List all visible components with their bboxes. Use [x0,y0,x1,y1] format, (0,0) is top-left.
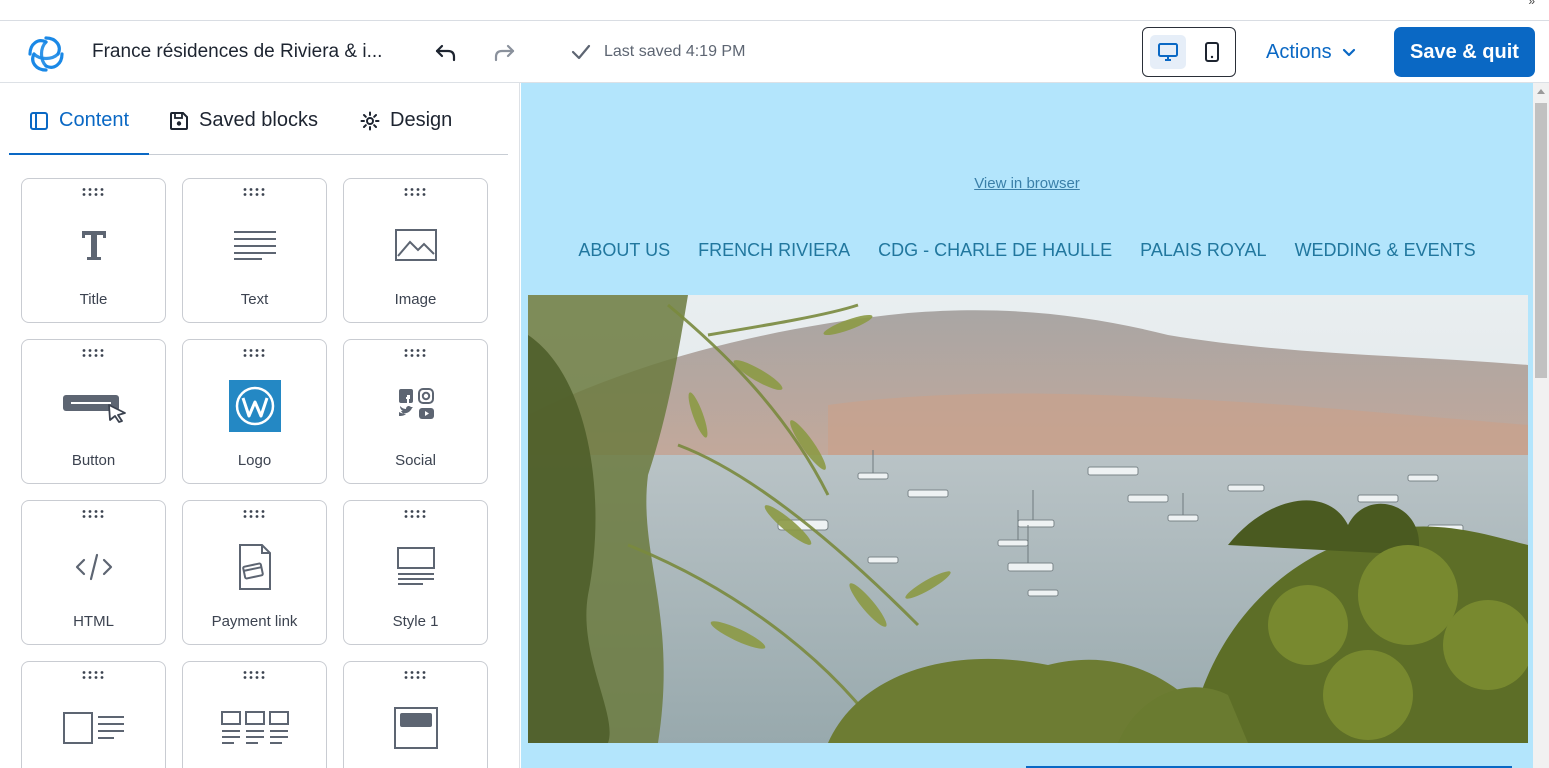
text-lines-icon [183,219,326,271]
drag-handle-icon [82,510,104,518]
email-canvas: View in browser ABOUT US FRENCH RIVIERA … [521,83,1533,768]
button-cursor-icon [22,380,165,432]
drag-handle-icon [243,349,265,357]
content-sidebar: Content Saved blocks Design Title Text I… [0,83,520,768]
actions-label: Actions [1266,41,1332,63]
drag-handle-icon [404,510,426,518]
drag-handle-icon [82,349,104,357]
desktop-icon [1158,43,1178,61]
last-saved-status: Last saved 4:19 PM [604,43,746,60]
hero-image[interactable] [528,295,1528,743]
block-payment-link[interactable]: Payment link [182,500,327,645]
block-label: Logo [237,452,272,469]
drag-handle-icon [243,510,265,518]
active-tab-indicator [9,153,149,155]
block-image[interactable]: Image [343,178,488,323]
drag-handle-icon [404,671,426,679]
block-style-1[interactable]: Style 1 [343,500,488,645]
title-T-icon [22,219,165,271]
undo-icon[interactable] [433,39,459,65]
editor-header: France résidences de Riviera & i... Last… [0,21,1549,83]
desktop-view-button[interactable] [1150,35,1186,69]
block-button[interactable]: Button [21,339,166,484]
tab-content-label: Content [59,109,130,131]
nav-link-palais-royal[interactable]: PALAIS ROYAL [1140,240,1266,261]
block-text[interactable]: Text [182,178,327,323]
social-icons-icon [344,380,487,432]
actions-menu-button[interactable]: Actions [1266,41,1356,64]
block-label: Button [71,452,116,469]
nav-link-about-us[interactable]: ABOUT US [578,240,670,261]
nav-link-french-riviera[interactable]: FRENCH RIVIERA [698,240,850,261]
panel-icon [30,111,48,130]
layout-style-1-icon [344,541,487,593]
mobile-view-button[interactable] [1194,35,1230,69]
app-logo-icon [28,36,64,72]
block-label: Title [79,291,108,308]
mobile-icon [1205,42,1219,62]
floppy-disk-icon [170,111,188,130]
drag-handle-icon [82,671,104,679]
canvas-scrollbar[interactable] [1533,83,1549,768]
block-logo[interactable]: Logo [182,339,327,484]
tab-saved-blocks[interactable]: Saved blocks [169,109,318,132]
sidebar-tabs: Content Saved blocks Design [9,83,508,155]
drag-handle-icon [404,349,426,357]
scroll-up-arrow-icon[interactable] [1537,89,1545,94]
save-and-quit-button[interactable]: Save & quit [1394,27,1535,77]
document-title[interactable]: France résidences de Riviera & i... [92,41,382,63]
block-label: Payment link [211,613,298,630]
view-in-browser-link[interactable]: View in browser [521,175,1533,192]
tab-design-label: Design [390,109,453,131]
block-label: Image [394,291,437,308]
wordpress-logo-icon [183,380,326,432]
three-column-layout-icon [183,702,326,754]
device-toggle [1142,27,1236,77]
image-text-layout-icon [22,702,165,754]
block-header-image-layout[interactable] [343,661,488,768]
block-label: Style 1 [392,613,439,630]
code-icon [22,541,165,593]
block-label: Social [395,452,436,469]
gear-icon [360,111,380,130]
nav-link-cdg[interactable]: CDG - CHARLE DE HAULLE [878,240,1112,261]
drag-handle-icon [243,671,265,679]
scrollbar-thumb[interactable] [1535,103,1547,378]
image-icon [344,219,487,271]
redo-icon[interactable] [491,39,517,65]
block-image-text-layout[interactable] [21,661,166,768]
drag-handle-icon [243,188,265,196]
nav-link-wedding-events[interactable]: WEDDING & EVENTS [1295,240,1476,261]
tab-content[interactable]: Content [29,109,129,132]
payment-document-icon [183,541,326,593]
drag-handle-icon [82,188,104,196]
tab-design[interactable]: Design [360,109,452,132]
tab-saved-blocks-label: Saved blocks [199,109,318,131]
email-nav-menu: ABOUT US FRENCH RIVIERA CDG - CHARLE DE … [521,240,1533,261]
header-image-layout-icon [344,702,487,754]
browser-top-strip: » [0,0,1549,21]
block-social[interactable]: Social [343,339,488,484]
block-label: HTML [73,613,114,630]
block-label: Text [240,291,269,308]
corner-mark: » [1528,0,1535,8]
block-three-column-layout[interactable] [182,661,327,768]
block-html[interactable]: HTML [21,500,166,645]
drag-handle-icon [404,188,426,196]
block-title[interactable]: Title [21,178,166,323]
chevron-down-icon [1342,48,1355,56]
check-icon [571,44,591,60]
